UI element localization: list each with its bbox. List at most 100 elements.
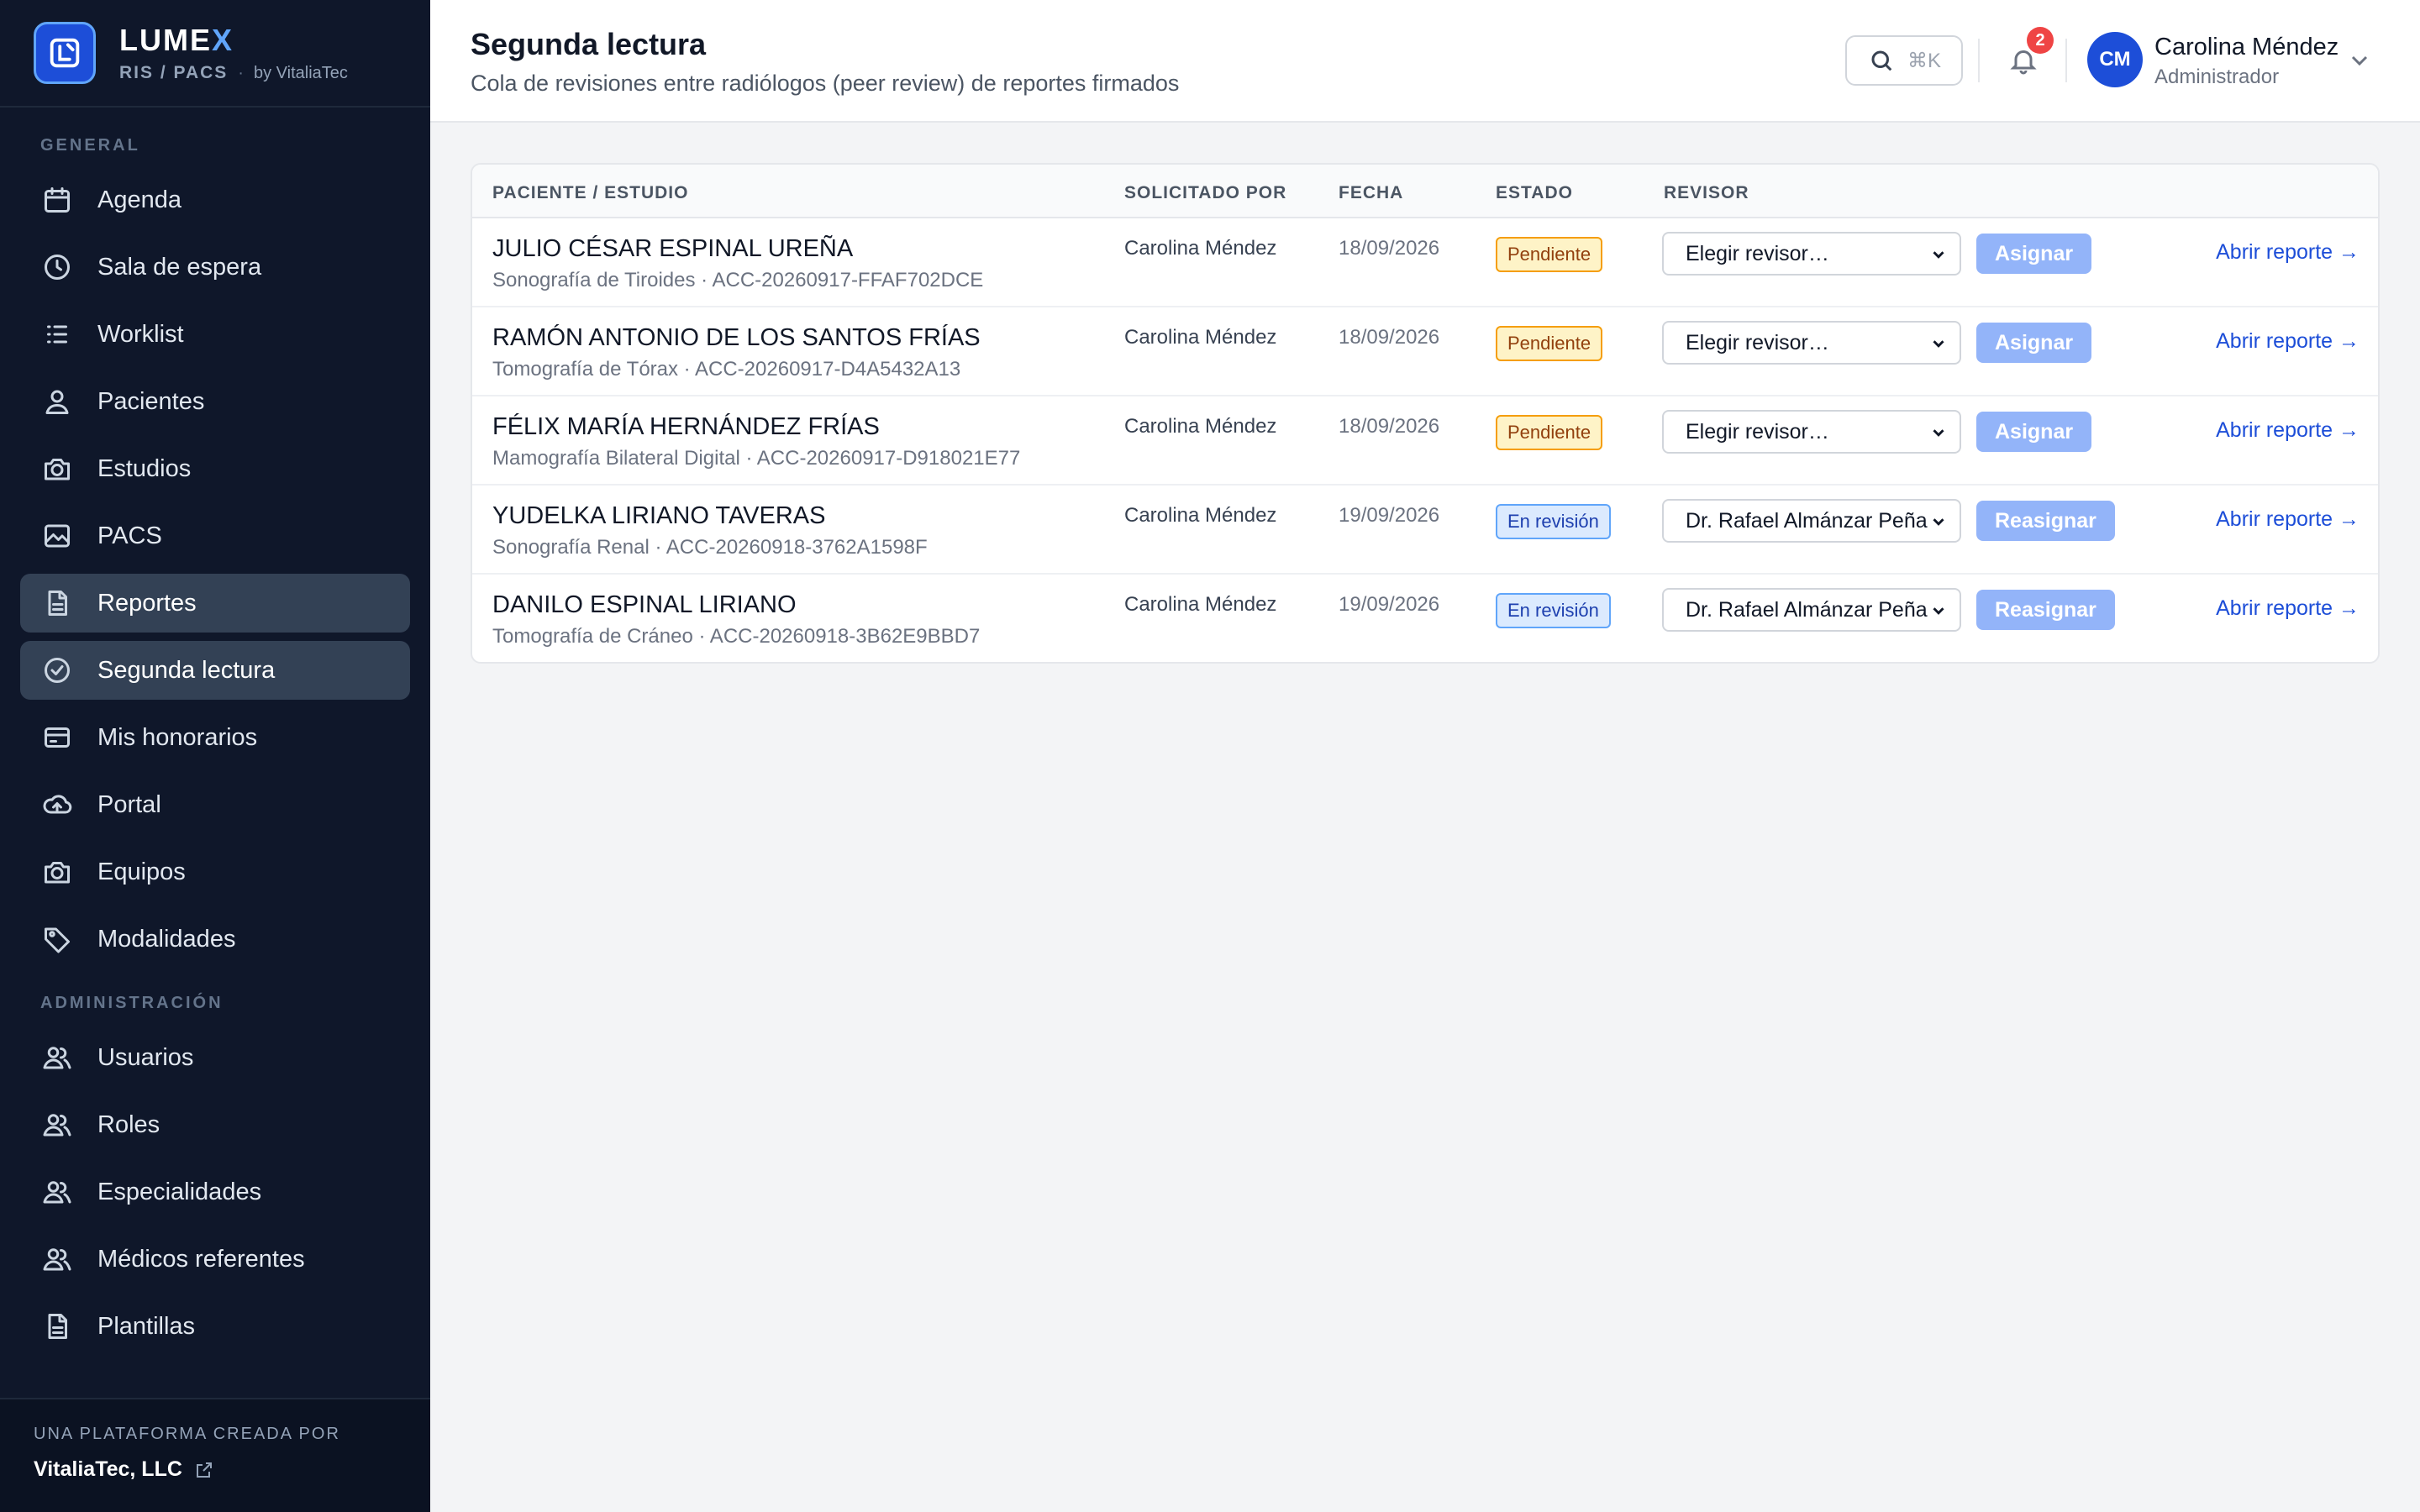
column-header-requested-by: SOLICITADO POR [1124, 183, 1287, 202]
sidebar-item-label: Worklist [97, 320, 184, 348]
study-info: Sonografía Renal · ACC-20260918-3762A159… [492, 536, 928, 559]
sidebar-item-label: Mis honorarios [97, 723, 258, 751]
sidebar-item-segunda-lectura[interactable]: Segunda lectura [20, 641, 410, 700]
request-date: 19/09/2026 [1339, 593, 1440, 616]
header-divider [2065, 39, 2067, 82]
sidebar-item-equipos[interactable]: Equipos [20, 843, 410, 901]
sidebar-item-especialidades[interactable]: Especialidades [20, 1163, 410, 1221]
user-menu-chevron[interactable] [2346, 47, 2373, 74]
sidebar-item-label: Agenda [97, 186, 182, 213]
brand-by: by VitaliaTec [253, 63, 348, 82]
sidebar-item-label: Sala de espera [97, 253, 262, 281]
footer-label: UNA PLATAFORMA CREADA POR [34, 1425, 340, 1443]
open-report-link[interactable]: Abrir reporte → [2216, 418, 2360, 443]
section-title-general: GENERAL [40, 136, 140, 155]
external-link-icon [196, 1462, 212, 1478]
users-icon [40, 1041, 74, 1074]
reviewer-select[interactable]: Elegir revisor… [1662, 321, 1961, 365]
sidebar-item-worklist[interactable]: Worklist [20, 305, 410, 364]
document-icon [40, 586, 74, 620]
sidebar-item-label: Equipos [97, 858, 186, 885]
requested-by: Carolina Méndez [1124, 326, 1277, 349]
section-title-admin: ADMINISTRACIÓN [40, 994, 224, 1012]
status-badge: Pendiente [1496, 326, 1603, 361]
users-icon [40, 1175, 74, 1209]
requested-by: Carolina Méndez [1124, 504, 1277, 527]
sidebar-item-label: Médicos referentes [97, 1245, 305, 1273]
patient-name: YUDELKA LIRIANO TAVERAS [492, 502, 826, 529]
peer-review-table: PACIENTE / ESTUDIO SOLICITADO POR FECHA … [471, 163, 2380, 664]
brand[interactable]: LUMEX RIS / PACS · by VitaliaTec [0, 0, 430, 108]
sidebar-item-modalidades[interactable]: Modalidades [20, 910, 410, 969]
requested-by: Carolina Méndez [1124, 237, 1277, 260]
sidebar: LUMEX RIS / PACS · by VitaliaTec GENERAL… [0, 0, 430, 1512]
clock-icon [40, 250, 74, 284]
sidebar-item-pacientes[interactable]: Pacientes [20, 372, 410, 431]
sidebar-item-roles[interactable]: Roles [20, 1095, 410, 1154]
chevron-down-icon [1933, 251, 1944, 259]
sidebar-item-usuarios[interactable]: Usuarios [20, 1028, 410, 1087]
study-info: Tomografía de Tórax · ACC-20260917-D4A54… [492, 358, 961, 381]
reviewer-select[interactable]: Elegir revisor… [1662, 410, 1961, 454]
column-header-date: FECHA [1339, 183, 1404, 202]
table-row: JULIO CÉSAR ESPINAL UREÑA Sonografía de … [472, 218, 2378, 307]
column-header-status: ESTADO [1496, 183, 1573, 202]
sidebar-nav: GENERAL Agenda Sala de espera Worklist P… [0, 108, 430, 1398]
avatar[interactable]: CM [2087, 32, 2143, 87]
list-icon [40, 318, 74, 351]
sidebar-item-mis-honorarios[interactable]: Mis honorarios [20, 708, 410, 767]
reviewer-select[interactable]: Dr. Rafael Almánzar Peña [1662, 588, 1961, 632]
requested-by: Carolina Méndez [1124, 415, 1277, 438]
vitaliatec-link[interactable]: VitaliaTec, LLC [34, 1457, 430, 1482]
study-info: Sonografía de Tiroides · ACC-20260917-FF… [492, 269, 984, 291]
patient-name: DANILO ESPINAL LIRIANO [492, 591, 797, 618]
brand-name: LUMEX [119, 23, 234, 57]
notification-badge: 2 [2027, 27, 2054, 54]
sidebar-item-agenda[interactable]: Agenda [20, 171, 410, 229]
lumex-logo-icon [34, 22, 96, 84]
sidebar-item-label: Especialidades [97, 1178, 262, 1205]
sidebar-item-plantillas[interactable]: Plantillas [20, 1297, 410, 1356]
user-name[interactable]: Carolina Méndez [2154, 34, 2338, 61]
request-date: 18/09/2026 [1339, 326, 1440, 349]
sidebar-item-sala-de-espera[interactable]: Sala de espera [20, 238, 410, 297]
camera-icon [40, 855, 74, 889]
user-role: Administrador [2154, 66, 2280, 88]
status-badge: Pendiente [1496, 237, 1603, 272]
table-header: PACIENTE / ESTUDIO SOLICITADO POR FECHA … [472, 165, 2378, 218]
sidebar-item-estudios[interactable]: Estudios [20, 439, 410, 498]
page-title: Segunda lectura [471, 27, 707, 61]
open-report-link[interactable]: Abrir reporte → [2216, 507, 2360, 532]
user-icon [40, 385, 74, 418]
sidebar-item-reportes[interactable]: Reportes [20, 574, 410, 633]
open-report-link[interactable]: Abrir reporte → [2216, 240, 2360, 265]
sidebar-item-medicos-referentes[interactable]: Médicos referentes [20, 1230, 410, 1289]
sidebar-item-label: Modalidades [97, 925, 236, 953]
reviewer-select[interactable]: Dr. Rafael Almánzar Peña [1662, 499, 1961, 543]
sidebar-item-portal[interactable]: Portal [20, 775, 410, 834]
chevron-down-icon [1933, 429, 1944, 437]
assign-button[interactable]: Asignar [1976, 412, 2092, 452]
assign-button[interactable]: Asignar [1976, 234, 2092, 274]
search-button[interactable]: ⌘K [1845, 35, 1963, 86]
sidebar-item-pacs[interactable]: PACS [20, 507, 410, 565]
open-report-link[interactable]: Abrir reporte → [2216, 596, 2360, 621]
sidebar-item-label: Plantillas [97, 1312, 196, 1340]
reviewer-select[interactable]: Elegir revisor… [1662, 232, 1961, 276]
reassign-button[interactable]: Reasignar [1976, 501, 2115, 541]
users-icon [40, 1108, 74, 1142]
request-date: 19/09/2026 [1339, 504, 1440, 527]
sidebar-item-label: Estudios [97, 454, 192, 482]
reassign-button[interactable]: Reasignar [1976, 590, 2115, 630]
sidebar-item-label: Portal [97, 790, 161, 818]
open-report-link[interactable]: Abrir reporte → [2216, 329, 2360, 354]
document-icon [40, 1310, 74, 1343]
sidebar-item-label: PACS [97, 522, 162, 549]
calendar-icon [40, 183, 74, 217]
search-icon [1871, 50, 1892, 71]
chevron-down-icon [1933, 340, 1944, 348]
status-badge: Pendiente [1496, 415, 1603, 450]
users-icon [40, 1242, 74, 1276]
sidebar-item-label: Reportes [97, 589, 197, 617]
assign-button[interactable]: Asignar [1976, 323, 2092, 363]
